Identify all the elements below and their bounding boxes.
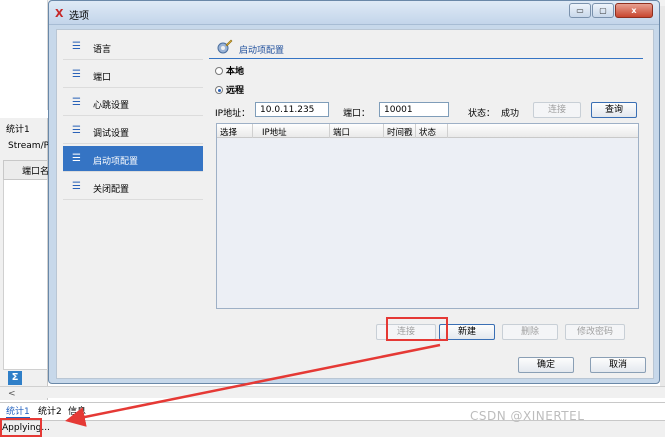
nav-item-label: 端口 [93, 73, 112, 83]
ip-address-input[interactable] [255, 102, 329, 117]
scroll-left-icon[interactable]: < [8, 389, 16, 399]
delete-button[interactable]: 删除 [502, 324, 558, 340]
list-icon: ☰ [72, 97, 81, 108]
radio-checked-icon [215, 86, 223, 94]
column-separator [415, 124, 416, 138]
table-header: 选择 IP地址 端口 时间戳 状态 [217, 124, 638, 138]
background-right-strip [660, 6, 665, 386]
background-tab-stat1[interactable]: 统计1 [6, 122, 30, 135]
nav-item-label: 启动项配置 [93, 157, 139, 167]
nav-item-label: 语言 [93, 45, 112, 55]
tab-stat1[interactable]: 统计1 [6, 404, 30, 418]
background-port-name-header[interactable]: 端口名 [22, 164, 49, 177]
startup-config-panel: 启动项配置 本地 远程 IP地址： 端口： 状态： 成功 连接 查询 选择 IP… [209, 34, 647, 346]
minimize-button[interactable]: ▭ [569, 3, 591, 18]
column-separator [252, 124, 253, 138]
dialog-client-area: ☰ 语言 ☰ 端口 ☰ 心跳设置 ☰ 调试设置 ☰ 启动项配置 ☰ 关闭配置 启… [56, 29, 654, 379]
radio-local[interactable]: 本地 [215, 64, 244, 77]
gear-wrench-icon [217, 39, 233, 54]
horizontal-scrollbar[interactable] [0, 386, 665, 398]
column-ip[interactable]: IP地址 [262, 126, 287, 138]
tab-info[interactable]: 信息 [68, 404, 86, 417]
state-label: 状态： [468, 109, 496, 119]
nav-item-shutdown-config[interactable]: ☰ 关闭配置 [63, 174, 203, 200]
status-highlight-box [0, 418, 42, 437]
column-separator [447, 124, 448, 138]
column-timestamp[interactable]: 时间戳 [387, 126, 413, 138]
list-icon: ☰ [72, 181, 81, 192]
nav-item-label: 调试设置 [93, 129, 130, 139]
nav-item-heartbeat[interactable]: ☰ 心跳设置 [63, 90, 203, 116]
window-controls: ▭ ▢ x [569, 3, 653, 18]
column-separator [329, 124, 330, 138]
watermark: CSDN @XINERTEL [470, 409, 585, 423]
state-value: 成功 [501, 109, 520, 119]
section-divider [209, 58, 643, 59]
nav-item-port[interactable]: ☰ 端口 [63, 62, 203, 88]
list-icon: ☰ [72, 69, 81, 80]
column-separator [383, 124, 384, 138]
nav-item-label: 心跳设置 [93, 101, 130, 111]
cancel-button[interactable]: 取消 [590, 357, 646, 373]
query-button[interactable]: 查询 [591, 102, 637, 118]
ok-button[interactable]: 确定 [518, 357, 574, 373]
nav-item-language[interactable]: ☰ 语言 [63, 34, 203, 60]
connect-top-button[interactable]: 连接 [533, 102, 581, 118]
port-input[interactable] [379, 102, 449, 117]
radio-unchecked-icon [215, 67, 223, 75]
nav-item-debug[interactable]: ☰ 调试设置 [63, 118, 203, 144]
tab-stat2[interactable]: 统计2 [38, 404, 62, 417]
column-select[interactable]: 选择 [220, 126, 237, 138]
sigma-icon[interactable]: Σ [8, 371, 22, 385]
nav-item-label: 关闭配置 [93, 185, 130, 195]
maximize-button[interactable]: ▢ [592, 3, 614, 18]
list-icon: ☰ [72, 41, 81, 52]
app-logo-icon: X [55, 7, 64, 20]
dialog-title: 选项 [69, 11, 89, 22]
radio-remote-label: 远程 [226, 86, 245, 96]
list-icon: ☰ [72, 125, 81, 136]
background-list [3, 180, 48, 370]
dialog-titlebar[interactable]: X 选项 ▭ ▢ x [49, 1, 659, 25]
new-button-highlight-box [386, 317, 448, 341]
nav-item-startup-config[interactable]: ☰ 启动项配置 [63, 146, 203, 172]
options-nav: ☰ 语言 ☰ 端口 ☰ 心跳设置 ☰ 调试设置 ☰ 启动项配置 ☰ 关闭配置 [63, 34, 203, 346]
close-button[interactable]: x [615, 3, 653, 18]
background-pane [0, 0, 48, 110]
options-dialog: X 选项 ▭ ▢ x ☰ 语言 ☰ 端口 ☰ 心跳设置 ☰ 调试设置 ☰ 启动项… [48, 0, 660, 384]
section-title: 启动项配置 [239, 46, 285, 56]
remote-table[interactable]: 选择 IP地址 端口 时间戳 状态 [216, 123, 639, 309]
column-status[interactable]: 状态 [419, 126, 436, 138]
column-port[interactable]: 端口 [333, 126, 350, 138]
radio-remote[interactable]: 远程 [215, 83, 244, 96]
change-password-button[interactable]: 修改密码 [565, 324, 625, 340]
radio-local-label: 本地 [226, 67, 245, 77]
port-label: 端口： [343, 109, 371, 119]
ip-label: IP地址： [215, 109, 251, 119]
list-icon: ☰ [72, 153, 81, 164]
